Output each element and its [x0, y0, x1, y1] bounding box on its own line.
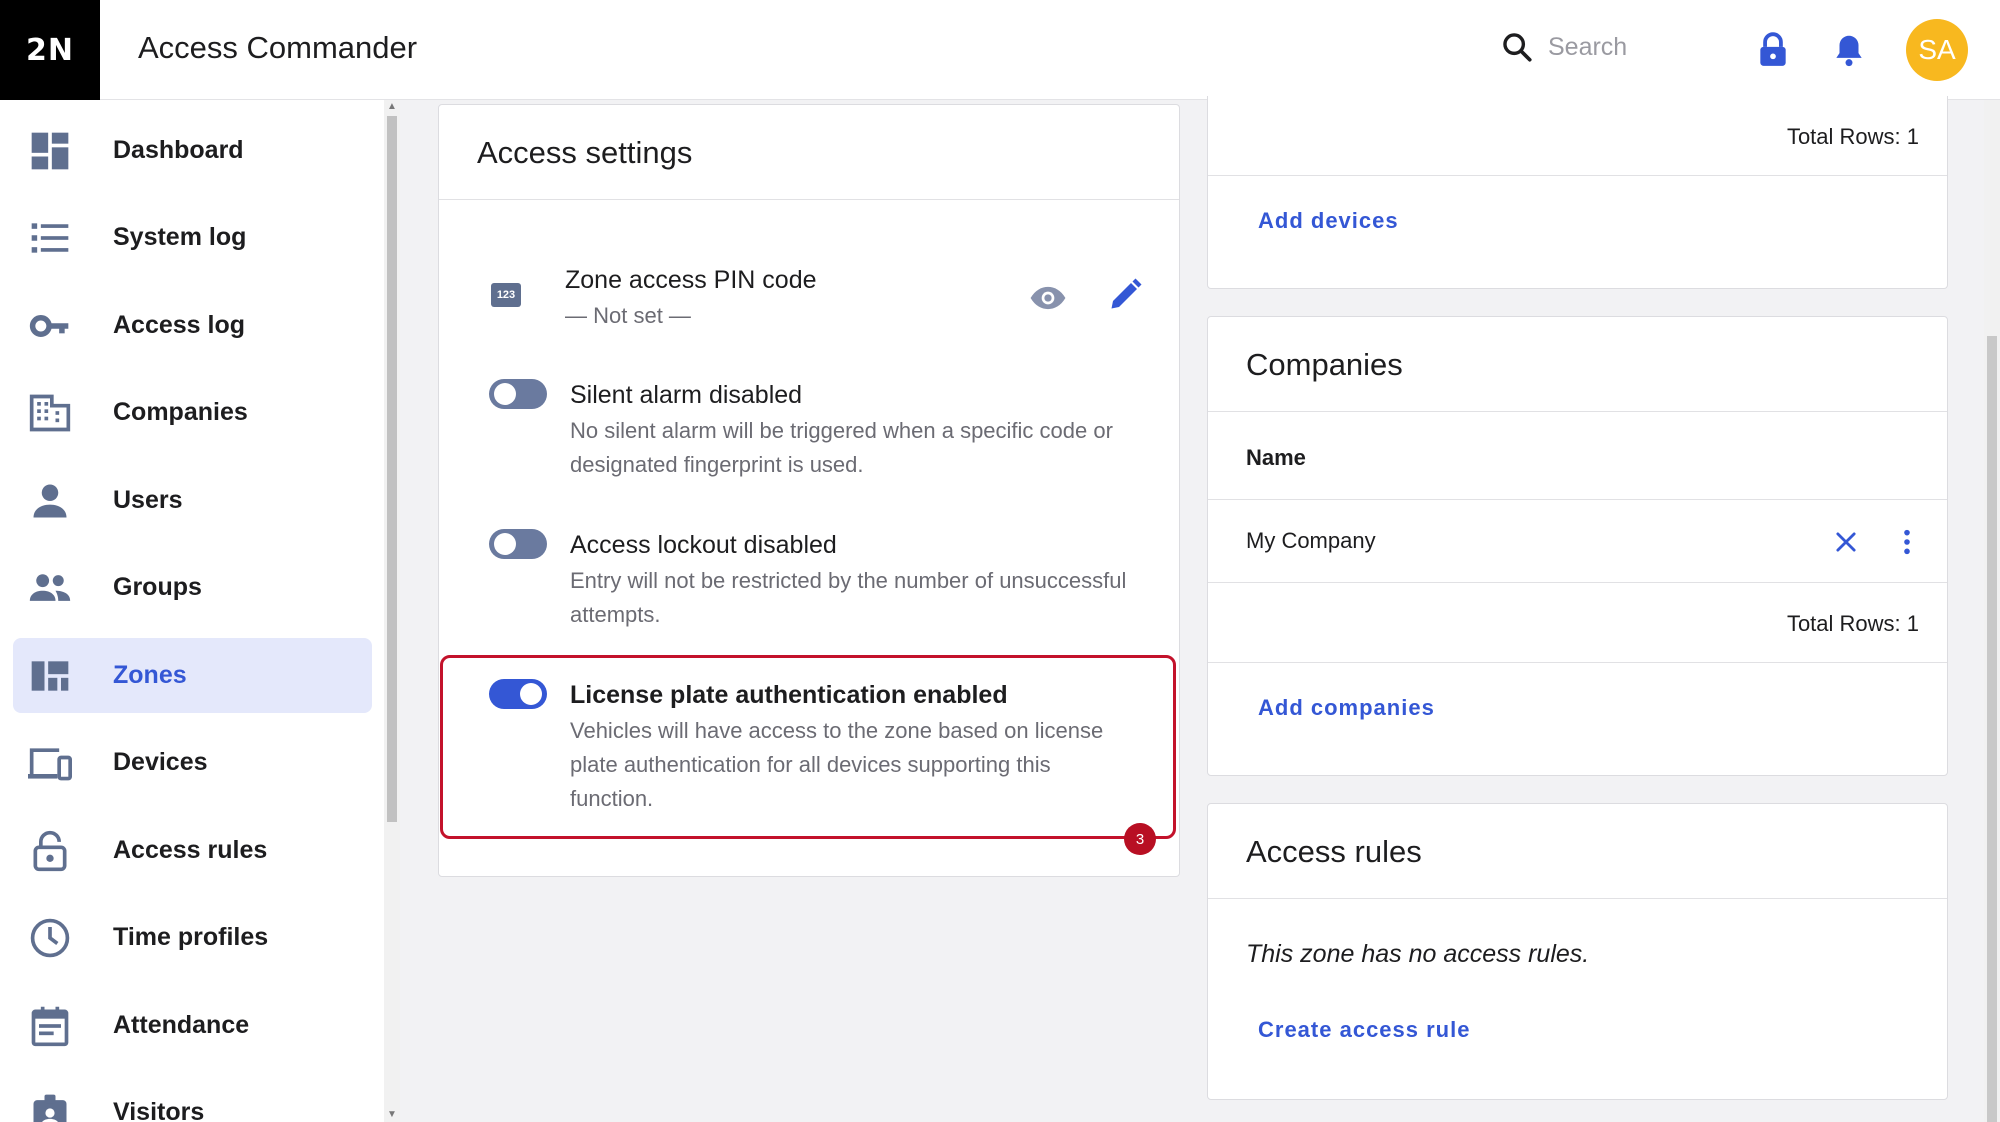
- clock-icon: [27, 915, 73, 961]
- sidebar: Dashboard System log Access log Companie…: [0, 100, 400, 1122]
- zones-icon: [27, 653, 73, 699]
- silent-alarm-title: Silent alarm disabled: [570, 381, 803, 409]
- search-box[interactable]: [1500, 30, 1718, 64]
- lock-open-icon: [27, 828, 73, 874]
- sidebar-item-label: Dashboard: [113, 136, 244, 164]
- key-icon: [27, 303, 73, 349]
- sidebar-item-label: Attendance: [113, 1011, 250, 1039]
- companies-total-rows: Total Rows: 1: [1786, 611, 1919, 636]
- sidebar-item-label: Visitors: [113, 1098, 205, 1122]
- sidebar-item-devices[interactable]: Devices: [13, 725, 372, 800]
- user-icon: [27, 478, 73, 524]
- silent-alarm-description: No silent alarm will be triggered when a…: [570, 418, 1113, 477]
- divider: [1208, 662, 1947, 663]
- sidebar-item-label: Zones: [113, 661, 187, 689]
- sidebar-item-label: Groups: [113, 573, 202, 601]
- table-row[interactable]: My Company: [1208, 500, 1947, 582]
- sidebar-item-label: Access rules: [113, 836, 268, 864]
- devices-card: Total Rows: 1 Add devices: [1207, 96, 1948, 289]
- create-access-rule-button[interactable]: Create access rule: [1258, 1017, 1470, 1043]
- scroll-down-icon[interactable]: ▼: [387, 1110, 397, 1120]
- visitor-badge-icon: [27, 1090, 73, 1122]
- app-title: Access Commander: [138, 30, 418, 65]
- access-lockout-toggle[interactable]: [489, 529, 547, 559]
- toggle-knob: [494, 383, 516, 405]
- divider: [1208, 898, 1947, 899]
- sidebar-item-label: Time profiles: [113, 923, 269, 951]
- app-header: 2N Access Commander SA: [0, 0, 2000, 100]
- devices-icon: [27, 740, 73, 786]
- silent-alarm-toggle[interactable]: [489, 379, 547, 409]
- divider: [1208, 411, 1947, 412]
- sidebar-item-groups[interactable]: Groups: [13, 550, 372, 625]
- sidebar-item-label: Users: [113, 486, 183, 514]
- sidebar-item-time-profiles[interactable]: Time profiles: [13, 900, 372, 975]
- building-icon: [27, 390, 73, 436]
- sidebar-item-label: Access log: [113, 311, 246, 339]
- sidebar-item-visitors[interactable]: Visitors: [13, 1075, 372, 1122]
- logo-2n[interactable]: 2N: [0, 0, 100, 100]
- divider: [1208, 582, 1947, 583]
- bell-icon[interactable]: [1830, 30, 1868, 70]
- more-vertical-icon[interactable]: [1900, 528, 1914, 556]
- list-icon: [27, 215, 73, 261]
- sidebar-item-system-log[interactable]: System log: [13, 200, 372, 275]
- dashboard-icon: [27, 128, 73, 174]
- sidebar-item-zones[interactable]: Zones: [13, 638, 372, 713]
- lock-icon[interactable]: [1754, 30, 1792, 70]
- eye-icon[interactable]: [1029, 279, 1067, 317]
- pin-title: Zone access PIN code: [565, 266, 817, 294]
- user-avatar[interactable]: SA: [1906, 19, 1968, 81]
- pin-value: — Not set —: [565, 303, 691, 328]
- companies-card: Companies Name My Company Total Rows: 1 …: [1207, 316, 1948, 776]
- page-scrollbar[interactable]: [1984, 100, 2000, 1122]
- sidebar-item-dashboard[interactable]: Dashboard: [13, 113, 372, 188]
- access-rules-title: Access rules: [1246, 834, 1422, 869]
- calendar-icon: [27, 1003, 73, 1049]
- add-devices-button[interactable]: Add devices: [1258, 208, 1399, 234]
- sidebar-item-label: Companies: [113, 398, 248, 426]
- column-header-name[interactable]: Name: [1246, 445, 1306, 471]
- remove-x-icon[interactable]: [1832, 528, 1860, 556]
- access-settings-title: Access settings: [477, 135, 693, 170]
- divider: [439, 199, 1179, 200]
- company-name-cell: My Company: [1246, 528, 1376, 553]
- scroll-up-icon[interactable]: ▲: [387, 102, 397, 112]
- sidebar-item-label: Devices: [113, 748, 208, 776]
- sidebar-scrollbar[interactable]: ▲ ▼: [384, 100, 400, 1122]
- search-input[interactable]: [1548, 32, 1718, 62]
- access-rules-empty-message: This zone has no access rules.: [1246, 940, 1590, 968]
- sidebar-item-access-log[interactable]: Access log: [13, 288, 372, 363]
- sidebar-item-users[interactable]: Users: [13, 463, 372, 538]
- companies-title: Companies: [1246, 347, 1403, 382]
- sidebar-scroll-thumb[interactable]: [387, 116, 397, 822]
- page-scroll-thumb[interactable]: [1987, 336, 1997, 1122]
- toggle-knob: [494, 533, 516, 555]
- add-companies-button[interactable]: Add companies: [1258, 695, 1435, 721]
- pin-icon: 123: [491, 283, 521, 307]
- edit-pencil-icon[interactable]: [1107, 277, 1143, 313]
- access-lockout-description: Entry will not be restricted by the numb…: [570, 568, 1127, 627]
- sidebar-item-attendance[interactable]: Attendance: [13, 988, 372, 1063]
- sidebar-item-label: System log: [113, 223, 247, 251]
- search-icon[interactable]: [1500, 30, 1534, 64]
- step-badge: 3: [1124, 823, 1156, 855]
- devices-total-rows: Total Rows: 1: [1786, 124, 1919, 149]
- highlight-frame: [440, 655, 1176, 839]
- access-rules-card: Access rules This zone has no access rul…: [1207, 803, 1948, 1100]
- group-icon: [27, 565, 73, 611]
- divider: [1208, 175, 1947, 176]
- sidebar-item-companies[interactable]: Companies: [13, 375, 372, 450]
- sidebar-item-access-rules[interactable]: Access rules: [13, 813, 372, 888]
- access-lockout-title: Access lockout disabled: [570, 531, 837, 559]
